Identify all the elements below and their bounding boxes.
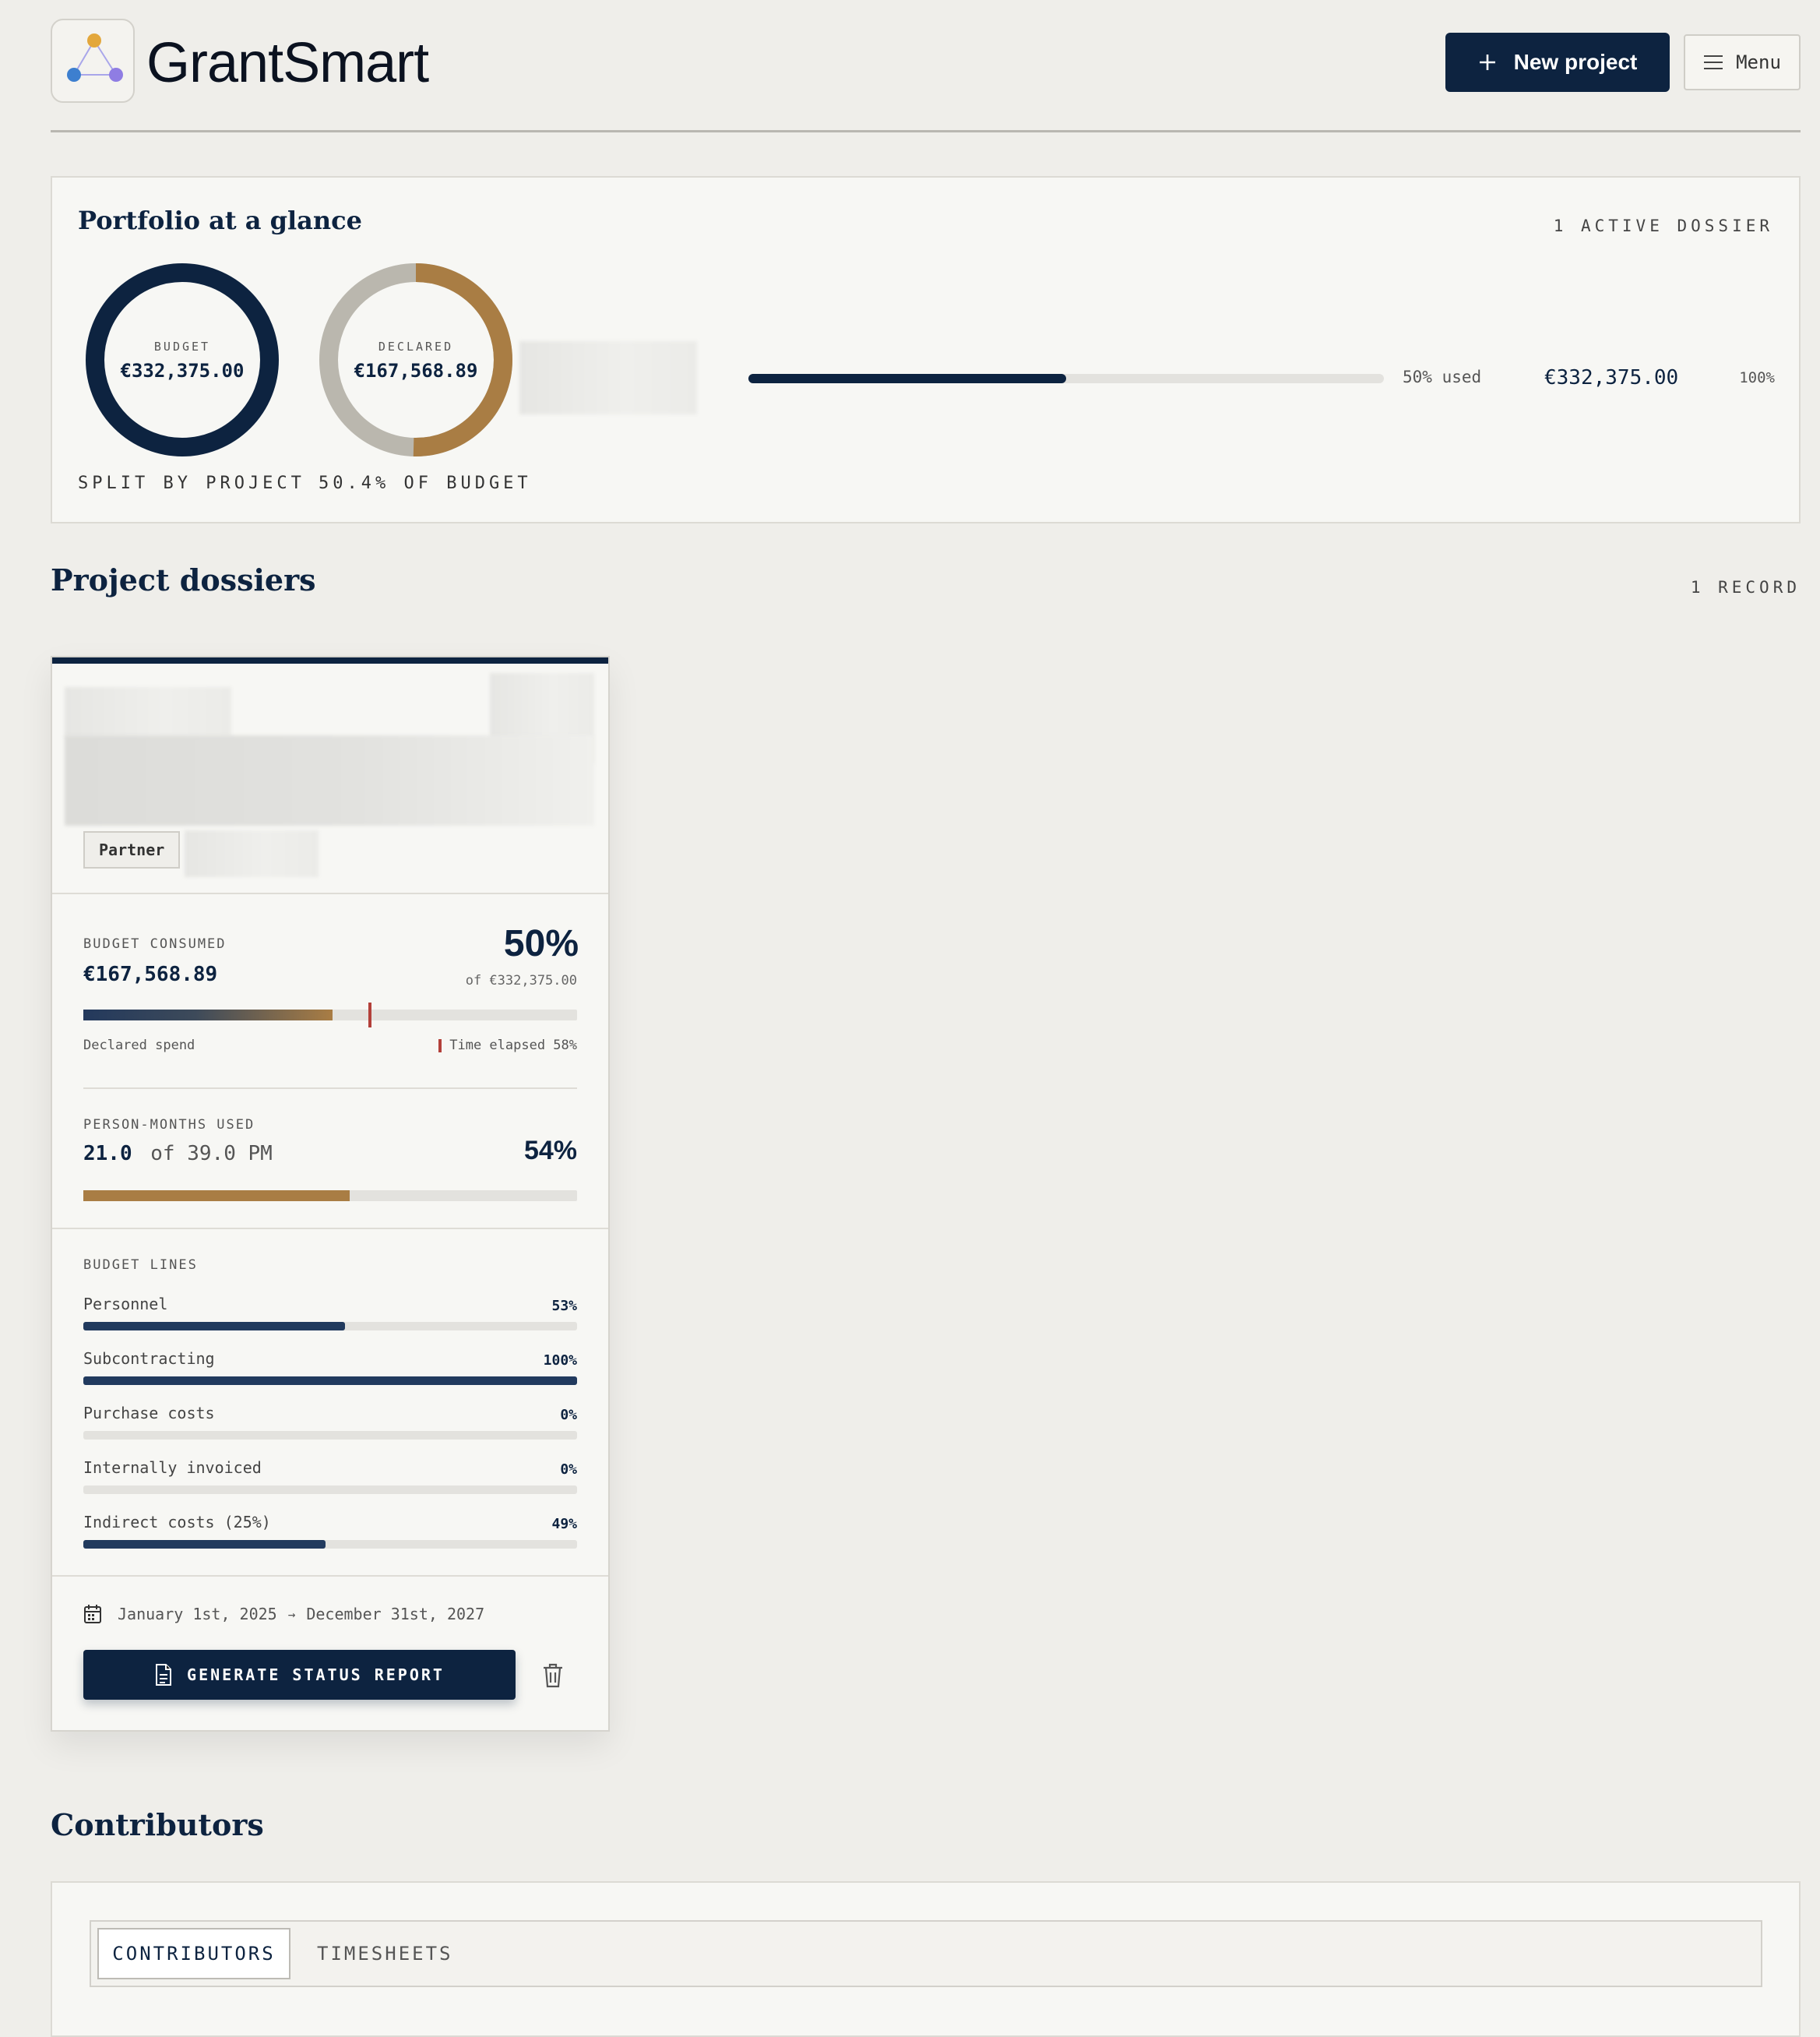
redacted-project-title [65,735,594,826]
budget-line-fill [83,1322,346,1330]
declared-donut-caption: 50.4% OF BUDGET [319,474,532,493]
budget-line-track [83,1485,577,1494]
portfolio-usage-track [748,374,1384,383]
budget-line-track [83,1540,577,1549]
portfolio-panel: Portfolio at a glance 1 ACTIVE DOSSIER B… [51,176,1801,523]
budget-line-track [83,1431,577,1440]
document-icon [156,1664,172,1686]
time-elapsed-legend: Time elapsed 58% [438,1038,577,1053]
budget-line-fill [83,1540,326,1549]
budget-line-percent: 0% [560,1407,577,1423]
budget-donut-key: BUDGET [153,340,211,354]
budget-line-percent: 53% [551,1298,577,1314]
portfolio-usage-fill [748,374,1066,383]
budget-line-track [83,1376,577,1385]
budget-line-name: Personnel [83,1295,168,1313]
tab-timesheets[interactable]: TIMESHEETS [317,1928,453,1979]
new-project-button[interactable]: New project [1445,33,1670,92]
person-months-track [83,1190,577,1201]
calendar-icon [84,1605,101,1623]
triangle-network-icon [67,33,123,82]
budget-line-name: Internally invoiced [83,1458,262,1477]
portfolio-usage-amount: €332,375.00 [1544,366,1679,389]
active-dossier-count: 1 ACTIVE DOSSIER [1553,217,1773,235]
declared-spend-label: Declared spend [83,1038,195,1053]
card-divider-3 [52,1228,608,1229]
dossier-card[interactable]: Partner BUDGET CONSUMED €167,568.89 50% … [51,656,610,1732]
budget-line-track [83,1322,577,1330]
app-logo [51,19,135,103]
person-months-value: 21.0 of 39.0 PM [83,1142,273,1165]
budget-consumed-percent: 50% [503,923,579,964]
budget-line-name: Indirect costs (25%) [83,1513,271,1531]
hamburger-icon [1704,55,1723,69]
declared-donut-label: DECLARED €167,568.89 [319,340,513,382]
start-date: January 1st, 2025 [118,1605,277,1623]
person-months-percent: 54% [523,1136,577,1165]
menu-label: Menu [1736,51,1781,73]
budget-lines-label: BUDGET LINES [83,1257,198,1273]
budget-fill [83,1010,333,1020]
budget-consumed-amount: €167,568.89 [83,963,218,986]
budget-consumed-label: BUDGET CONSUMED [83,936,227,952]
header-divider [51,130,1801,132]
budget-line-percent: 49% [551,1516,577,1532]
date-arrow: → [287,1606,296,1622]
person-months-label: PERSON-MONTHS USED [83,1117,255,1133]
contributors-title: Contributors [51,1807,264,1842]
budget-donut-caption: SPLIT BY PROJECT [78,474,305,493]
budget-track [83,1003,577,1027]
app-brand: GrantSmart [146,32,429,94]
generate-report-label: GENERATE STATUS REPORT [187,1665,445,1684]
role-tag: Partner [83,831,181,869]
person-months-used: 21.0 [83,1142,132,1165]
budget-of-total: of €332,375.00 [465,973,577,989]
trash-icon[interactable] [541,1662,565,1689]
end-date: December 31st, 2027 [306,1605,485,1623]
person-months-fill [83,1190,350,1201]
card-divider-4 [52,1575,608,1577]
project-dates: January 1st, 2025 → December 31st, 2027 [118,1605,484,1623]
redacted-meta [185,830,319,877]
person-months-total: of 39.0 PM [150,1142,273,1165]
budget-line-name: Purchase costs [83,1404,215,1422]
plus-icon [1479,55,1495,70]
portfolio-usage-percent: 100% [1739,369,1775,386]
card-top-accent [52,657,608,664]
card-divider-2 [83,1087,577,1089]
tab-contributors[interactable]: CONTRIBUTORS [97,1928,290,1979]
card-divider-1 [52,893,608,894]
dossiers-count: 1 RECORD [1690,578,1801,597]
time-elapsed-marker [368,1003,371,1027]
declared-donut-key: DECLARED [378,340,454,354]
declared-donut-value: €167,568.89 [354,360,478,382]
portfolio-title: Portfolio at a glance [78,206,362,235]
budget-line-name: Subcontracting [83,1349,215,1368]
time-elapsed-label: Time elapsed 58% [449,1038,577,1053]
redacted-acronym [65,687,231,737]
portfolio-usage-label: 50% used [1403,368,1482,386]
dossiers-title: Project dossiers [51,562,316,597]
budget-line-fill [83,1376,577,1385]
contributors-tabs: CONTRIBUTORS TIMESHEETS [90,1920,1762,1987]
budget-line-percent: 100% [543,1352,577,1369]
menu-button[interactable]: Menu [1684,34,1801,90]
budget-donut-label: BUDGET €332,375.00 [85,340,280,382]
budget-donut-value: €332,375.00 [120,360,245,382]
generate-status-report-button[interactable]: GENERATE STATUS REPORT [83,1650,516,1700]
budget-line-percent: 0% [560,1461,577,1478]
new-project-label: New project [1513,50,1638,74]
time-elapsed-swatch [438,1038,442,1052]
redacted-project-name [519,341,697,414]
